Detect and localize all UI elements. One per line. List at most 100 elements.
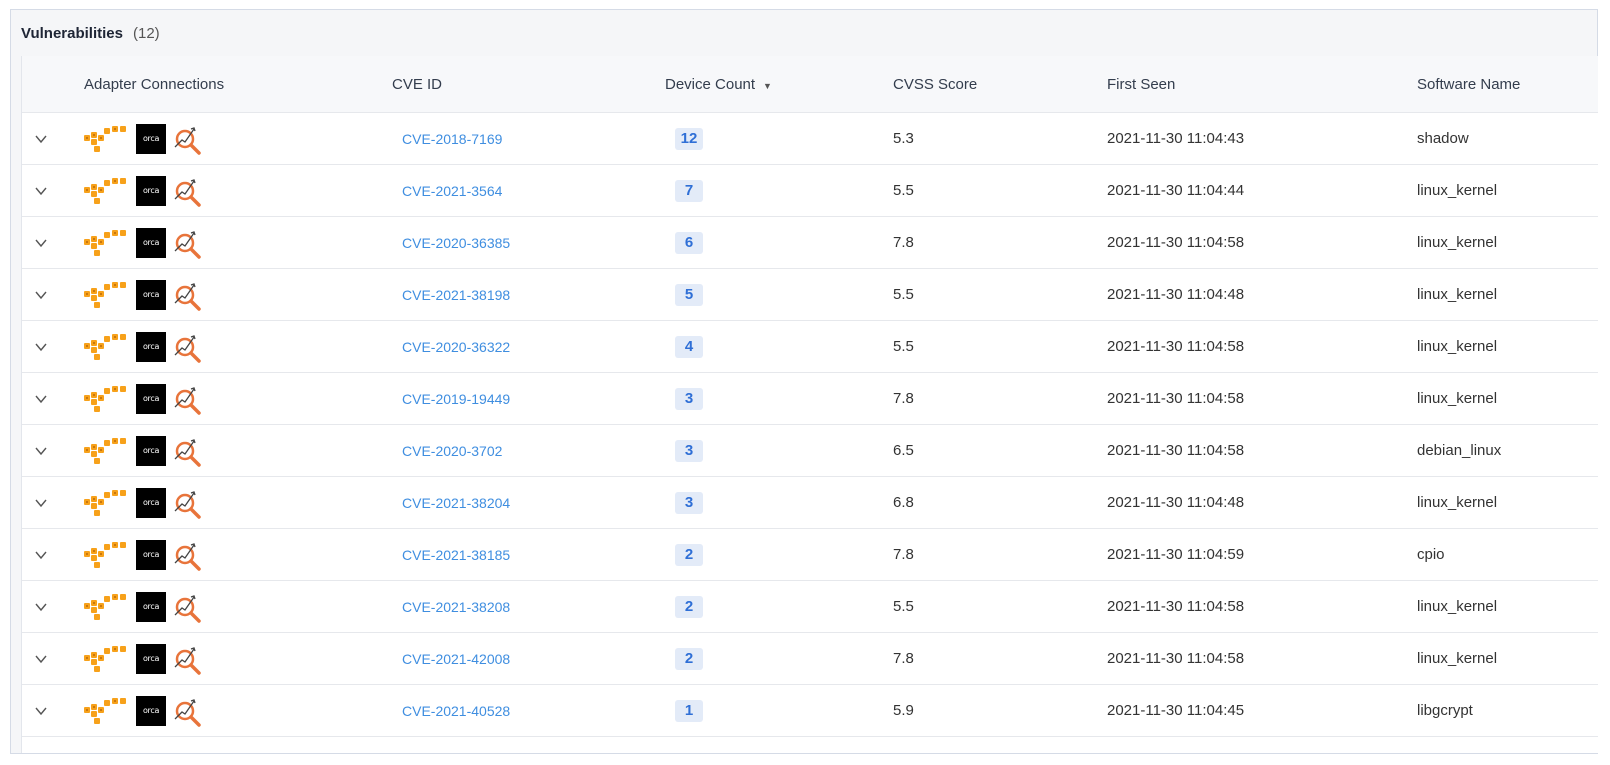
aws-adapter-icon[interactable] [84, 177, 130, 205]
device-count-badge[interactable]: 4 [675, 335, 703, 358]
aws-adapter-icon[interactable] [84, 697, 130, 725]
scanner-adapter-icon[interactable] [172, 227, 202, 259]
chevron-down-icon[interactable] [34, 288, 48, 302]
aws-adapter-icon[interactable] [84, 645, 130, 673]
table-row[interactable]: orca CVE-2019-19449 3 7.8 2021-11-30 11:… [22, 373, 1598, 425]
orca-adapter-icon[interactable]: orca [136, 227, 166, 258]
expand-row-toggle[interactable] [22, 704, 84, 718]
scanner-adapter-icon[interactable] [172, 279, 202, 311]
cve-link[interactable]: CVE-2018-7169 [402, 131, 502, 147]
device-count-badge[interactable]: 3 [675, 387, 703, 410]
chevron-down-icon[interactable] [34, 392, 48, 406]
device-count-badge[interactable]: 3 [675, 491, 703, 514]
scanner-adapter-icon[interactable] [172, 383, 202, 415]
chevron-down-icon[interactable] [34, 704, 48, 718]
column-header-adapter-connections[interactable]: Adapter Connections [84, 76, 392, 93]
orca-adapter-icon[interactable]: orca [136, 383, 166, 414]
column-header-cve-id[interactable]: CVE ID [392, 76, 665, 93]
chevron-down-icon[interactable] [34, 236, 48, 250]
orca-adapter-icon[interactable]: orca [136, 487, 166, 518]
table-row[interactable]: orca CVE-2021-38208 2 5.5 2021-11-30 11:… [22, 581, 1598, 633]
chevron-down-icon[interactable] [34, 444, 48, 458]
cve-link[interactable]: CVE-2021-38204 [402, 495, 510, 511]
cve-link[interactable]: CVE-2021-40528 [402, 703, 510, 719]
expand-row-toggle[interactable] [22, 444, 84, 458]
aws-adapter-icon[interactable] [84, 229, 130, 257]
cve-link[interactable]: CVE-2019-19449 [402, 391, 510, 407]
expand-row-toggle[interactable] [22, 600, 84, 614]
expand-row-toggle[interactable] [22, 496, 84, 510]
aws-adapter-icon[interactable] [84, 333, 130, 361]
device-count-badge[interactable]: 2 [675, 543, 703, 566]
aws-adapter-icon[interactable] [84, 281, 130, 309]
cve-link[interactable]: CVE-2021-38208 [402, 599, 510, 615]
scanner-adapter-icon[interactable] [172, 123, 202, 155]
orca-adapter-icon[interactable]: orca [136, 695, 166, 726]
orca-adapter-icon[interactable]: orca [136, 435, 166, 466]
chevron-down-icon[interactable] [34, 340, 48, 354]
cve-link[interactable]: CVE-2021-38185 [402, 547, 510, 563]
aws-adapter-icon[interactable] [84, 593, 130, 621]
scanner-adapter-icon[interactable] [172, 591, 202, 623]
orca-adapter-icon[interactable]: orca [136, 643, 166, 674]
cve-link[interactable]: CVE-2020-3702 [402, 443, 502, 459]
cve-link[interactable]: CVE-2020-36385 [402, 235, 510, 251]
scanner-adapter-icon[interactable] [172, 331, 202, 363]
expand-row-toggle[interactable] [22, 288, 84, 302]
device-count-badge[interactable]: 6 [675, 231, 703, 254]
table-row[interactable]: orca CVE-2021-38185 2 7.8 2021-11-30 11:… [22, 529, 1598, 581]
device-count-badge[interactable]: 3 [675, 439, 703, 462]
aws-adapter-icon[interactable] [84, 541, 130, 569]
device-count-badge[interactable]: 2 [675, 595, 703, 618]
column-header-first-seen[interactable]: First Seen [1107, 76, 1417, 93]
column-header-cvss-score[interactable]: CVSS Score [893, 76, 1107, 93]
device-count-badge[interactable]: 7 [675, 179, 703, 202]
cve-link[interactable]: CVE-2020-36322 [402, 339, 510, 355]
aws-adapter-icon[interactable] [84, 385, 130, 413]
scanner-adapter-icon[interactable] [172, 175, 202, 207]
orca-adapter-icon[interactable]: orca [136, 175, 166, 206]
table-row[interactable]: orca CVE-2021-3564 7 5.5 2021-11-30 11:0… [22, 165, 1598, 217]
expand-row-toggle[interactable] [22, 652, 84, 666]
table-row[interactable]: orca CVE-2021-42008 2 7.8 2021-11-30 11:… [22, 633, 1598, 685]
chevron-down-icon[interactable] [34, 184, 48, 198]
scanner-adapter-icon[interactable] [172, 643, 202, 675]
table-row[interactable]: orca CVE-2020-36385 6 7.8 2021-11-30 11:… [22, 217, 1598, 269]
aws-adapter-icon[interactable] [84, 125, 130, 153]
table-row[interactable]: orca CVE-2021-38204 3 6.8 2021-11-30 11:… [22, 477, 1598, 529]
chevron-down-icon[interactable] [34, 652, 48, 666]
table-row[interactable]: orca CVE-2020-36322 4 5.5 2021-11-30 11:… [22, 321, 1598, 373]
device-count-badge[interactable]: 5 [675, 283, 703, 306]
orca-adapter-icon[interactable]: orca [136, 591, 166, 622]
expand-row-toggle[interactable] [22, 548, 84, 562]
chevron-down-icon[interactable] [34, 548, 48, 562]
table-row[interactable]: orca CVE-2021-40528 1 5.9 2021-11-30 11:… [22, 685, 1598, 737]
expand-row-toggle[interactable] [22, 184, 84, 198]
chevron-down-icon[interactable] [34, 132, 48, 146]
orca-adapter-icon[interactable]: orca [136, 331, 166, 362]
device-count-badge[interactable]: 12 [675, 127, 703, 150]
cve-link[interactable]: CVE-2021-38198 [402, 287, 510, 303]
scanner-adapter-icon[interactable] [172, 695, 202, 727]
cve-link[interactable]: CVE-2021-42008 [402, 651, 510, 667]
aws-adapter-icon[interactable] [84, 437, 130, 465]
expand-row-toggle[interactable] [22, 236, 84, 250]
aws-adapter-icon[interactable] [84, 489, 130, 517]
expand-row-toggle[interactable] [22, 340, 84, 354]
expand-row-toggle[interactable] [22, 132, 84, 146]
sort-descending-icon[interactable]: ▼ [763, 81, 772, 91]
device-count-badge[interactable]: 2 [675, 647, 703, 670]
cve-link[interactable]: CVE-2021-3564 [402, 183, 502, 199]
scanner-adapter-icon[interactable] [172, 487, 202, 519]
chevron-down-icon[interactable] [34, 600, 48, 614]
chevron-down-icon[interactable] [34, 496, 48, 510]
table-row[interactable]: orca CVE-2018-7169 12 5.3 2021-11-30 11:… [22, 113, 1598, 165]
table-row[interactable]: orca CVE-2020-3702 3 6.5 2021-11-30 11:0… [22, 425, 1598, 477]
column-header-device-count[interactable]: Device Count ▼ [665, 76, 893, 93]
orca-adapter-icon[interactable]: orca [136, 123, 166, 154]
device-count-badge[interactable]: 1 [675, 699, 703, 722]
column-header-software-name[interactable]: Software Name [1417, 76, 1598, 93]
table-row[interactable]: orca CVE-2021-38198 5 5.5 2021-11-30 11:… [22, 269, 1598, 321]
expand-row-toggle[interactable] [22, 392, 84, 406]
scanner-adapter-icon[interactable] [172, 435, 202, 467]
